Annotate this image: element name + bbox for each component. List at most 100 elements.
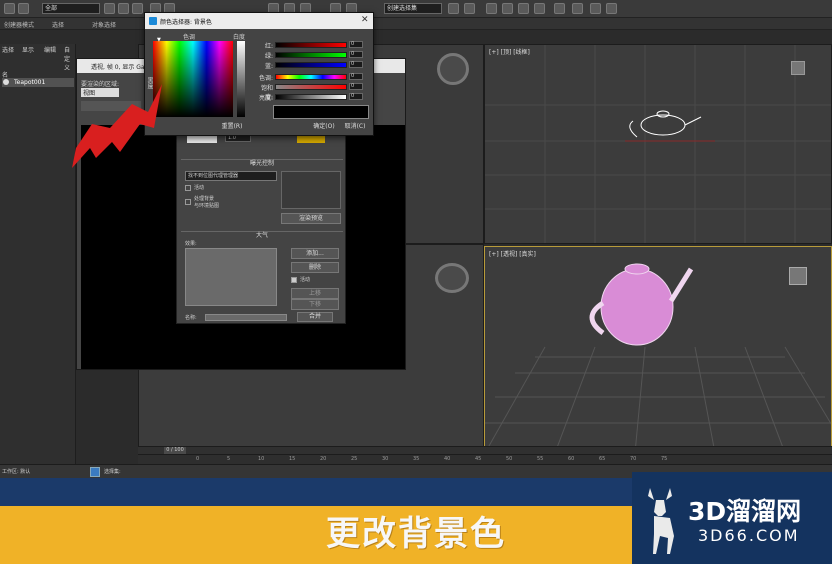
process-bg-label: 处理背景: [194, 196, 215, 202]
red-slider[interactable]: [275, 42, 347, 48]
named-selection-select[interactable]: 创建选择集: [384, 3, 442, 14]
ok-button[interactable]: 确定(O): [311, 123, 337, 133]
tree-item-teapot[interactable]: Teapot001: [2, 78, 74, 87]
move-down-button[interactable]: 下移: [291, 299, 339, 310]
delete-effect-button[interactable]: 删除: [291, 262, 339, 273]
curve-editor-icon[interactable]: [502, 3, 513, 14]
saturation-slider[interactable]: [275, 84, 347, 90]
name-field[interactable]: [205, 314, 287, 321]
blue-value[interactable]: 0: [349, 61, 363, 68]
add-effect-button[interactable]: 添加...: [291, 248, 339, 259]
tree-item-label: Teapot001: [14, 79, 46, 86]
exposure-preview: [281, 171, 341, 209]
viewport-grid: [485, 45, 831, 243]
frame-counter[interactable]: 0 / 100: [164, 447, 186, 454]
app-icon: [149, 17, 157, 25]
time-slider[interactable]: 0 / 100: [138, 446, 832, 454]
layer-icon[interactable]: [486, 3, 497, 14]
atmosphere-header[interactable]: 大气: [181, 231, 343, 240]
undo-icon[interactable]: [4, 3, 15, 14]
hue-slider[interactable]: [275, 74, 347, 80]
mirror-tool-icon[interactable]: [448, 3, 459, 14]
render-production-icon[interactable]: [606, 3, 617, 14]
filter-select[interactable]: 全部: [42, 3, 100, 14]
select-icon[interactable]: [104, 3, 115, 14]
region-select-icon[interactable]: [118, 3, 129, 14]
material-editor-icon[interactable]: [534, 3, 545, 14]
viewcube-icon[interactable]: [789, 267, 807, 285]
whiteness-label: 白度: [233, 34, 246, 41]
selection-lock-icon[interactable]: [90, 467, 100, 477]
saturation-value[interactable]: 0: [349, 83, 363, 90]
active-checkbox[interactable]: [185, 185, 191, 191]
menu-item-object-select[interactable]: 对象选择: [92, 20, 116, 29]
menu-display[interactable]: 显示: [22, 45, 34, 54]
process-bg-checkbox[interactable]: [185, 199, 191, 205]
close-icon[interactable]: ✕: [361, 15, 369, 25]
timeline-ruler[interactable]: 0 5 10 15 20 25 30 35 40 45 50 55 60 65 70 75: [138, 454, 832, 464]
exposure-header[interactable]: 曝光控制: [181, 159, 343, 168]
viewcube-icon[interactable]: [437, 53, 469, 85]
menu-select[interactable]: 选择: [2, 45, 14, 54]
site-logo: 3D溜溜网 3D66.COM: [632, 472, 832, 564]
merge-button[interactable]: 合并: [297, 312, 333, 322]
deer-logo-icon: [648, 488, 674, 554]
schematic-icon[interactable]: [518, 3, 529, 14]
align-tool-icon[interactable]: [464, 3, 475, 14]
dialog-title: 颜色选择器: 背景色: [145, 13, 373, 29]
viewcube-icon[interactable]: [435, 263, 469, 293]
move-up-button[interactable]: 上移: [291, 288, 339, 299]
hue-value[interactable]: 0: [349, 73, 363, 80]
timeline-tick-label: 40: [444, 456, 451, 462]
timeline-tick-label: 75: [661, 456, 668, 462]
timeline-tick-label: 50: [506, 456, 513, 462]
redo-icon[interactable]: [18, 3, 29, 14]
selection-set-label: 选择集:: [104, 469, 121, 475]
viewcube-icon[interactable]: [791, 61, 805, 75]
value-value[interactable]: 0: [349, 93, 363, 100]
teapot-icon: [589, 263, 694, 346]
rendered-frame-icon[interactable]: [572, 3, 583, 14]
timeline-tick-label: 45: [475, 456, 482, 462]
hue-pointer-icon[interactable]: ▼: [157, 37, 161, 43]
timeline-tick-label: 30: [382, 456, 389, 462]
effects-list[interactable]: [185, 248, 277, 306]
menu-item-select[interactable]: 选择: [52, 20, 64, 29]
render-icon[interactable]: [590, 3, 601, 14]
value-slider[interactable]: [275, 94, 347, 100]
whiteness-bar[interactable]: [237, 41, 245, 117]
cancel-button[interactable]: 取消(C): [341, 123, 369, 133]
timeline-tick-label: 15: [289, 456, 296, 462]
active-label: 活动: [194, 185, 205, 191]
color-preview: [273, 105, 369, 119]
value-label: 亮度:: [258, 95, 273, 102]
viewport-perspective[interactable]: [+] [透视] [真实]: [484, 246, 832, 452]
window-crossing-icon[interactable]: [132, 3, 143, 14]
green-slider[interactable]: [275, 52, 347, 58]
active-effect-label: 活动: [300, 277, 311, 283]
timeline-tick-label: 5: [227, 456, 231, 462]
red-value[interactable]: 0: [349, 41, 363, 48]
viewport-top-right[interactable]: [+] [顶] [线框]: [484, 44, 832, 244]
render-preview-button[interactable]: 渲染预览: [281, 213, 341, 224]
logo-main-text: 3D溜溜网: [688, 497, 802, 526]
reset-button[interactable]: 重置(R): [217, 123, 247, 133]
name-label: 名称:: [185, 315, 197, 321]
active-effect-checkbox[interactable]: [291, 277, 297, 283]
workspace-label[interactable]: 工作区: 默认: [2, 468, 30, 475]
logo-sub-text: 3D66.COM: [698, 526, 800, 545]
blue-slider[interactable]: [275, 62, 347, 68]
menu-item-mode[interactable]: 创建器模式: [4, 20, 34, 29]
timeline-tick-label: 60: [568, 456, 575, 462]
timeline-tick-label: 70: [630, 456, 637, 462]
render-setup-icon[interactable]: [554, 3, 565, 14]
exposure-select[interactable]: 找不到位图代理管理器: [185, 171, 277, 181]
hue-slider-label: 色调:: [258, 75, 273, 82]
green-value[interactable]: 0: [349, 51, 363, 58]
timeline-tick-label: 20: [320, 456, 327, 462]
perspective-grid: [485, 263, 831, 451]
red-label: 红:: [264, 43, 273, 50]
menu-edit[interactable]: 编辑: [44, 45, 56, 54]
visibility-icon[interactable]: [3, 79, 9, 85]
menu-customize[interactable]: 自定义: [64, 45, 75, 72]
